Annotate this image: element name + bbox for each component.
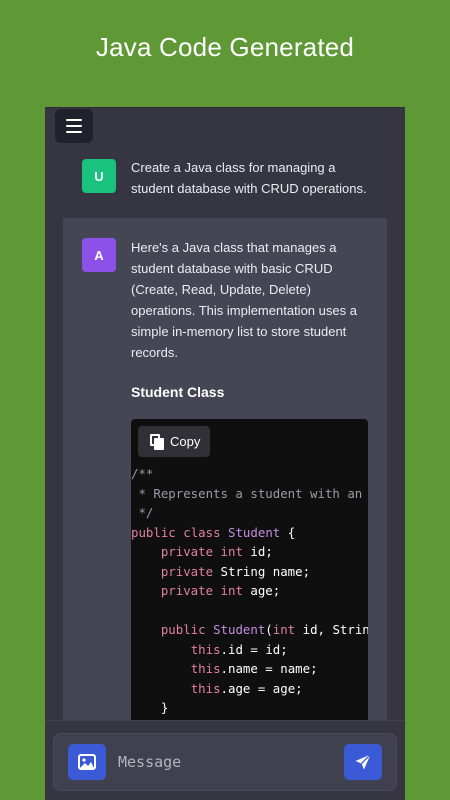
send-icon xyxy=(355,754,371,770)
code-line: } xyxy=(131,700,169,715)
user-message-text: Create a Java class for managing a stude… xyxy=(131,160,367,196)
assistant-message-text: Here's a Java class that manages a stude… xyxy=(131,240,357,360)
assistant-avatar: A xyxy=(82,238,116,272)
code-line: private String name; xyxy=(160,563,311,579)
composer xyxy=(45,720,405,800)
chat-app-window: U Create a Java class for managing a stu… xyxy=(45,107,405,800)
hamburger-menu-icon xyxy=(66,119,82,121)
code-line: */ xyxy=(131,505,154,520)
code-line: this.name = name; xyxy=(190,661,318,676)
code-line: * Represents a student with an ID, name,… xyxy=(138,485,363,501)
code-line: this.age = age; xyxy=(190,680,303,696)
send-button[interactable] xyxy=(344,744,382,780)
message-input[interactable] xyxy=(118,748,328,776)
code-line: private int id; xyxy=(160,544,273,559)
code-line: public class Student { xyxy=(131,524,296,540)
menu-button[interactable] xyxy=(55,109,93,143)
code-line: /** xyxy=(131,466,154,481)
attach-image-button[interactable] xyxy=(68,744,106,780)
copy-button-label: Copy xyxy=(170,434,201,449)
code-content: /** * Represents a student with an ID, n… xyxy=(131,464,368,718)
composer-box xyxy=(53,733,397,791)
copy-icon xyxy=(150,433,164,450)
image-icon xyxy=(78,754,96,770)
user-message: U Create a Java class for managing a stu… xyxy=(63,156,387,218)
copy-button[interactable]: Copy xyxy=(138,426,210,457)
user-avatar: U xyxy=(82,159,116,193)
code-line: this.id = id; xyxy=(190,641,288,657)
section-title: Student Class xyxy=(131,384,225,400)
code-line: public Student(int id, String name, int … xyxy=(160,622,368,637)
headline: Java Code Generated xyxy=(95,32,355,62)
assistant-message: A Here's a Java class that manages a stu… xyxy=(63,218,387,800)
code-line: private int age; xyxy=(160,583,281,598)
